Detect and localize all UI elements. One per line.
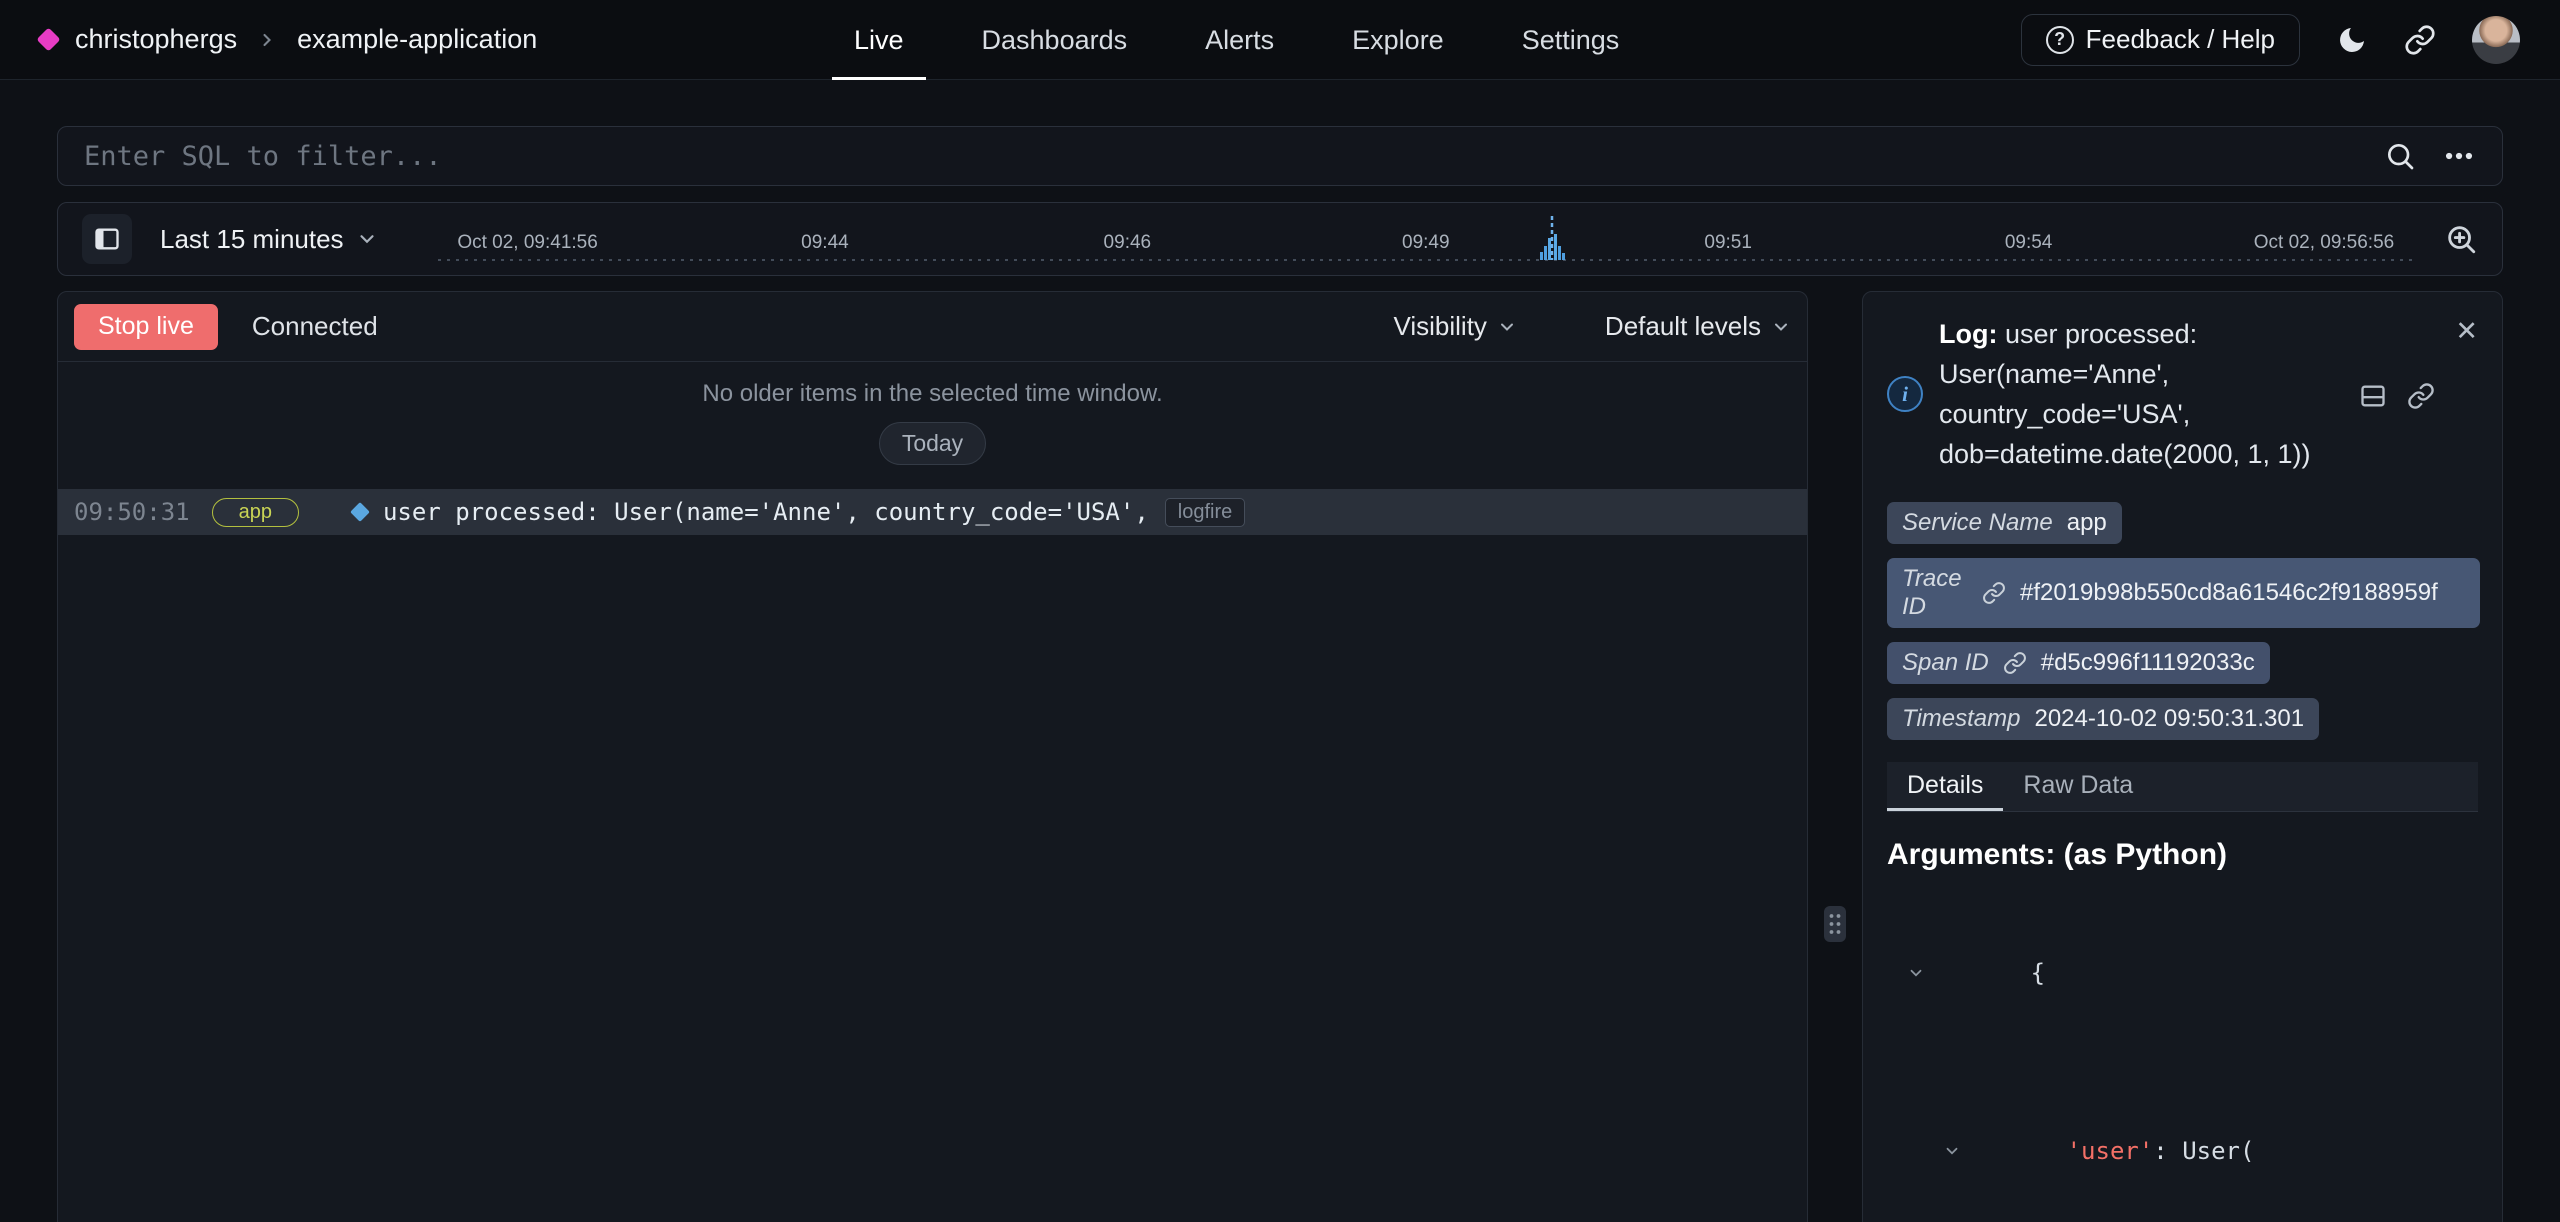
code-token-key: 'user' [2067,1131,2154,1171]
dock-panel-icon[interactable] [2359,318,2387,474]
sql-filter-bar [57,126,2503,186]
timeline-tick-label: 09:46 [1104,232,1152,254]
timeline-brush-region[interactable]: Oct 02, 09:41:56 09:44 09:46 09:49 09:51… [438,203,2414,275]
attr-value: #f2019b98b550cd8a61546c2f9188959f [2020,579,2438,607]
span-link-icon[interactable] [2003,651,2027,675]
attr-label: Timestamp [1902,705,2020,733]
sidebar-toggle-icon[interactable] [82,214,132,264]
timeline-tick-label: 09:49 [1402,232,1450,254]
nav-item-settings[interactable]: Settings [1516,0,1626,80]
share-link-icon[interactable] [2404,24,2436,56]
arguments-code-block: { 'user': User( name='Anne', country_cod… [1887,884,2478,1222]
chevron-right-icon [257,30,277,50]
attr-value: app [2067,509,2107,537]
nav-item-explore[interactable]: Explore [1346,0,1450,80]
code-token: { [2031,953,2045,993]
breadcrumb: christophergs example-application [40,24,537,55]
timeline-tick-label: Oct 02, 09:41:56 [457,232,598,254]
tab-raw-data[interactable]: Raw Data [2003,762,2153,811]
time-range-dropdown[interactable]: Last 15 minutes [160,224,378,255]
chevron-down-icon [1771,317,1791,337]
empty-window-notice: No older items in the selected time wind… [58,380,1807,408]
main-nav: Live Dashboards Alerts Explore Settings [848,0,1625,80]
time-range-label: Last 15 minutes [160,224,344,255]
trace-id-pill: Trace ID #f2019b98b550cd8a61546c2f918895… [1887,558,2480,628]
top-nav: christophergs example-application Live D… [0,0,2560,80]
arguments-heading: Arguments: (as Python) [1887,838,2478,872]
question-circle-icon: ? [2046,26,2074,54]
collapse-caret-icon[interactable] [1943,1062,2059,1222]
user-avatar[interactable] [2472,16,2520,64]
timeline-activity-spike [1529,216,1575,260]
service-tag: app [212,498,299,527]
details-tabs: Details Raw Data [1887,762,2478,812]
span-id-pill: Span ID #d5c996f11192033c [1887,642,2270,684]
more-options-ellipsis-icon[interactable] [2442,139,2476,173]
code-token: User( [2182,1131,2254,1171]
chevron-down-icon [356,228,378,250]
log-level-diamond-icon [350,502,370,522]
copy-link-icon[interactable] [2407,318,2435,474]
dark-mode-toggle-moon-icon[interactable] [2336,24,2368,56]
details-title: Log: user processed: User(name='Anne', c… [1939,314,2311,474]
details-title-prefix: Log: [1939,319,1997,349]
feedback-help-label: Feedback / Help [2086,24,2275,55]
search-icon[interactable] [2384,140,2416,172]
breadcrumb-org[interactable]: christophergs [75,24,237,55]
service-name-pill: Service Name app [1887,502,2122,544]
connection-status: Connected [252,311,378,342]
today-button[interactable]: Today [879,422,986,465]
collapse-caret-icon[interactable] [1907,884,2023,1062]
nav-item-dashboards[interactable]: Dashboards [976,0,1134,80]
attr-label: Span ID [1902,649,1989,677]
attr-value: 2024-10-02 09:50:31.301 [2034,705,2304,733]
timestamp-pill: Timestamp 2024-10-02 09:50:31.301 [1887,698,2319,740]
details-title-row: i Log: user processed: User(name='Anne',… [1887,314,2478,474]
attribute-pills: Service Name app Trace ID #f2019b98b550c… [1887,502,2478,740]
sql-filter-input[interactable] [84,141,2358,172]
timeline-tick-label: 09:51 [1704,232,1752,254]
attr-label: Service Name [1902,509,2053,537]
live-log-panel: Stop live Connected Visibility Default l… [57,291,1808,1222]
details-actions: ✕ [2359,318,2478,474]
info-icon: i [1887,376,1923,412]
nav-item-live[interactable]: Live [848,0,910,80]
default-levels-dropdown[interactable]: Default levels [1605,311,1791,342]
timeline-tick-label: Oct 02, 09:56:56 [2254,232,2395,254]
feedback-help-button[interactable]: ? Feedback / Help [2021,14,2300,66]
timeline-tick-label: 09:44 [801,232,849,254]
nav-item-alerts[interactable]: Alerts [1199,0,1280,80]
code-token: : [2153,1131,2182,1171]
log-timestamp: 09:50:31 [74,498,190,526]
zoom-in-icon[interactable] [2444,222,2478,256]
trace-link-icon[interactable] [1982,581,2006,605]
log-message: user processed: User(name='Anne', countr… [383,498,1149,526]
timeline-tick-label: 09:54 [2005,232,2053,254]
scope-tag: logfire [1165,498,1245,527]
nav-right-cluster: ? Feedback / Help [2021,14,2520,66]
close-icon[interactable]: ✕ [2455,318,2478,474]
default-levels-label: Default levels [1605,311,1761,342]
attr-value: #d5c996f11192033c [2041,649,2255,677]
log-row-selected[interactable]: 09:50:31 app user processed: User(name='… [58,489,1807,535]
attr-label: Trace ID [1902,565,1968,621]
logfire-logo-icon[interactable] [36,27,60,51]
stop-live-button[interactable]: Stop live [74,304,218,350]
timeline-bar: Last 15 minutes Oct 02, 09:41:56 09:44 0… [57,202,2503,276]
panel-resize-grip[interactable] [1824,906,1846,942]
visibility-label: Visibility [1393,311,1486,342]
breadcrumb-project[interactable]: example-application [297,24,537,55]
live-panel-header: Stop live Connected Visibility Default l… [58,292,1807,362]
chevron-down-icon [1497,317,1517,337]
timeline-baseline [438,259,2414,261]
log-details-panel: i Log: user processed: User(name='Anne',… [1862,291,2503,1222]
tab-details[interactable]: Details [1887,762,2003,811]
visibility-dropdown[interactable]: Visibility [1393,311,1516,342]
